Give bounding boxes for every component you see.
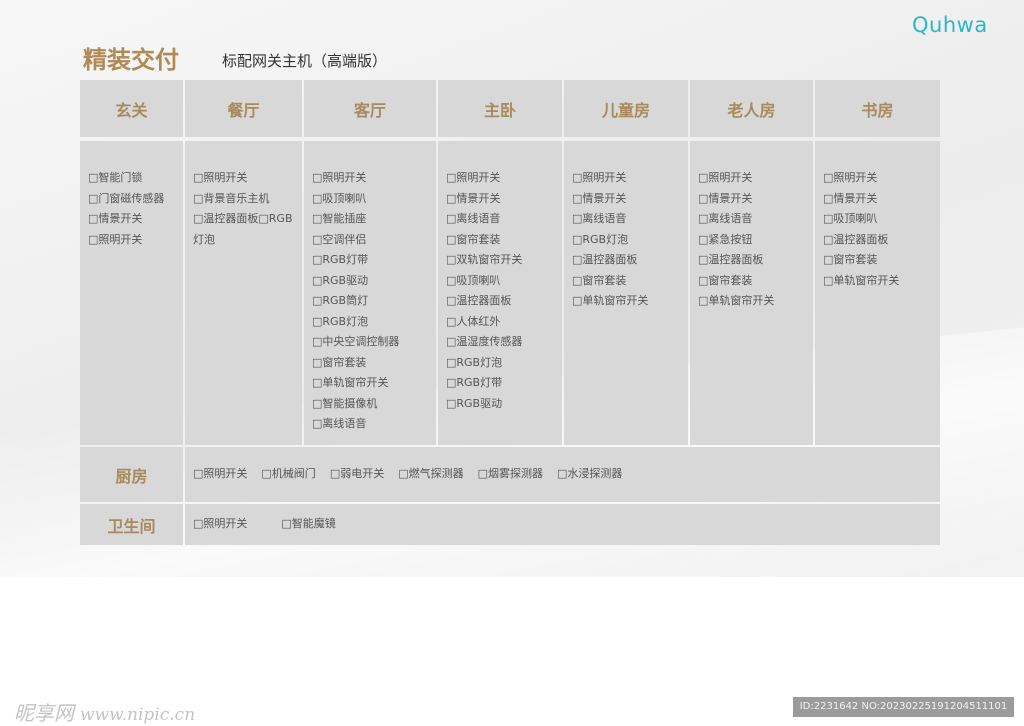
device-item: □离线语音: [698, 212, 753, 225]
page-title: 精装交付: [83, 46, 179, 74]
brand-logo: Quhwa: [912, 13, 988, 37]
page-subtitle: 标配网关主机（高端版）: [222, 52, 388, 70]
device-item: □温控器面板: [446, 294, 512, 307]
device-item: □情景开关: [698, 191, 753, 205]
device-item: □烟雾探测器: [477, 467, 544, 481]
device-item: □照明开关: [698, 171, 753, 184]
device-item: □温控器面板□RGB灯泡: [193, 212, 293, 246]
device-item: □弱电开关: [329, 467, 385, 481]
device-item: □双轨窗帘开关: [446, 253, 523, 266]
device-item: □照明开关: [88, 232, 143, 246]
device-item: □RGB灯带: [446, 376, 503, 389]
device-item: □RGB筒灯: [312, 294, 369, 307]
device-item: □照明开关: [193, 467, 248, 481]
watermark-site: 昵享网 www.nipic.cn: [14, 697, 195, 726]
device-item: □照明开关: [193, 517, 248, 531]
device-item: □温控器面板: [823, 232, 889, 246]
device-item: □RGB灯泡: [572, 232, 629, 246]
device-item: □单轨窗帘开关: [823, 273, 900, 287]
room-column-dining: □照明开关 □背景音乐主机 □温控器面板□RGB灯泡: [185, 141, 302, 445]
device-item: □窗帘套装: [312, 355, 367, 369]
device-item: □单轨窗帘开关: [312, 376, 389, 389]
device-item: □离线语音: [312, 417, 367, 430]
room-column-elder-room: □照明开关 □情景开关 □离线语音 □紧急按钮 □温控器面板 □窗帘套装 □单轨…: [690, 141, 813, 445]
device-item: □照明开关: [193, 171, 248, 184]
device-item: □RGB驱动: [446, 396, 503, 410]
device-item: □RGB驱动: [312, 273, 369, 287]
room-header-living: 客厅: [304, 80, 436, 137]
watermark-site-name: 昵享网: [14, 701, 74, 725]
room-row-bathroom: □照明开关 □智能魔镜: [185, 504, 940, 545]
device-item: □情景开关: [823, 191, 878, 205]
device-item: □空调伴侣: [312, 232, 367, 246]
room-column-entrance: □智能门锁 □门窗磁传感器 □情景开关 □照明开关: [80, 141, 183, 445]
room-column-kids-room: □照明开关 □情景开关 □离线语音 □RGB灯泡 □温控器面板 □窗帘套装 □单…: [564, 141, 688, 445]
room-header-dining: 餐厅: [185, 80, 302, 137]
device-item: □紧急按钮: [698, 232, 753, 246]
device-item: □机械阀门: [261, 467, 316, 481]
room-row-kitchen: □照明开关 □机械阀门 □弱电开关 □燃气探测器 □烟雾探测器 □水浸探测器: [185, 447, 940, 502]
room-label-kitchen: 厨房: [80, 447, 183, 502]
device-item: □情景开关: [88, 212, 143, 225]
device-item: □照明开关: [823, 171, 878, 184]
device-item: □情景开关: [572, 191, 627, 205]
watermark-url: www.nipic.cn: [80, 705, 196, 725]
device-item: □门窗磁传感器: [88, 191, 165, 205]
room-header-entrance: 玄关: [80, 80, 183, 137]
device-item: □窗帘套装: [823, 253, 878, 266]
watermark-id-badge: ID:2231642 NO:20230225191204511101: [793, 697, 1014, 717]
room-column-living: □照明开关 □吸顶喇叭 □智能插座 □空调伴侣 □RGB灯带 □RGB驱动 □R…: [304, 141, 436, 445]
device-item: □窗帘套装: [446, 232, 501, 246]
device-item: □情景开关: [446, 191, 501, 205]
device-item: □吸顶喇叭: [823, 212, 878, 225]
device-item: □吸顶喇叭: [312, 191, 367, 205]
device-item: □智能魔镜: [281, 517, 336, 531]
device-item: □温控器面板: [698, 253, 764, 266]
device-item: □照明开关: [572, 171, 627, 184]
device-item: □离线语音: [572, 212, 627, 225]
device-item: □背景音乐主机: [193, 191, 270, 205]
device-item: □中央空调控制器: [312, 335, 400, 348]
device-item: □窗帘套装: [698, 273, 753, 287]
device-item: □智能摄像机: [312, 396, 378, 410]
room-column-master-bedroom: □照明开关 □情景开关 □离线语音 □窗帘套装 □双轨窗帘开关 □吸顶喇叭 □温…: [438, 141, 562, 445]
device-item: □智能插座: [312, 212, 367, 225]
device-item: □离线语音: [446, 212, 501, 225]
device-item: □窗帘套装: [572, 273, 627, 287]
room-column-study: □照明开关 □情景开关 □吸顶喇叭 □温控器面板 □窗帘套装 □单轨窗帘开关: [815, 141, 940, 445]
device-item: □吸顶喇叭: [446, 273, 501, 287]
room-header-kids-room: 儿童房: [564, 80, 688, 137]
room-header-study: 书房: [815, 80, 940, 137]
device-item: □温湿度传感器: [446, 335, 523, 348]
room-label-bathroom: 卫生间: [80, 504, 183, 545]
device-item: □RGB灯泡: [446, 355, 503, 369]
slide-canvas: Quhwa 精装交付 标配网关主机（高端版） 玄关 餐厅 客厅 主卧 儿童房 老…: [0, 0, 1024, 577]
room-device-table: 玄关 餐厅 客厅 主卧 儿童房 老人房 书房 □智能门锁 □门窗磁传感器 □情景…: [80, 80, 940, 545]
device-item: □燃气探测器: [398, 467, 464, 481]
device-item: □RGB灯带: [312, 253, 369, 266]
device-item: □单轨窗帘开关: [698, 294, 775, 307]
device-item: □RGB灯泡: [312, 314, 369, 328]
device-item: □智能门锁: [88, 171, 143, 184]
room-header-elder-room: 老人房: [690, 80, 813, 137]
device-item: □人体红外: [446, 314, 501, 328]
device-item: □照明开关: [446, 171, 501, 184]
device-item: □照明开关: [312, 171, 367, 184]
device-item: □单轨窗帘开关: [572, 294, 649, 307]
room-header-master-bedroom: 主卧: [438, 80, 562, 137]
device-item: □温控器面板: [572, 253, 638, 266]
device-item: □水浸探测器: [557, 467, 623, 481]
